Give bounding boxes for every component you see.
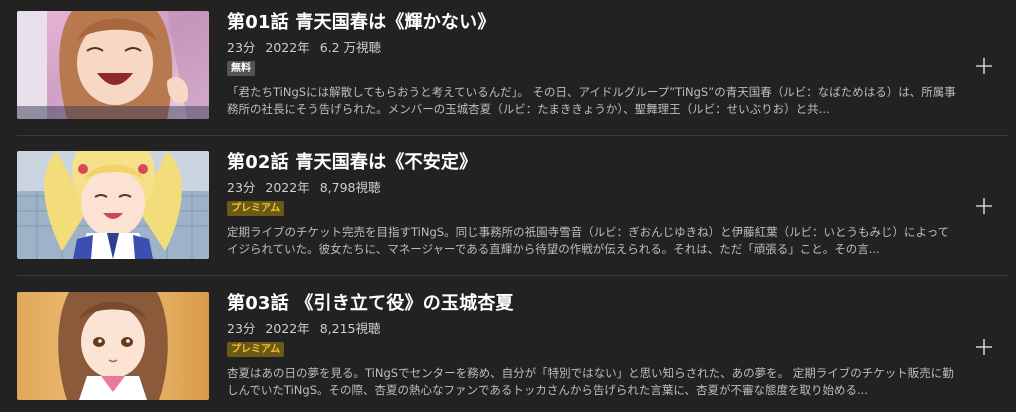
episode-meta: 23分 2022年 6.2 万視聴 xyxy=(227,39,957,56)
episode-info: 第02話 青天国春は《不安定》 23分 2022年 8,798視聴 プレミアム … xyxy=(227,150,957,258)
episode-thumbnail[interactable] xyxy=(17,151,209,259)
premium-badge: プレミアム xyxy=(227,342,285,357)
episode-year: 2022年 xyxy=(265,40,310,55)
premium-badge: プレミアム xyxy=(227,201,285,216)
episode-info: 第01話 青天国春は《輝かない》 23分 2022年 6.2 万視聴 無料 「君… xyxy=(227,10,957,118)
episode-duration: 23分 xyxy=(227,180,256,195)
add-to-list-button[interactable] xyxy=(972,194,996,218)
plus-icon xyxy=(976,58,992,74)
episode-meta: 23分 2022年 8,798視聴 xyxy=(227,179,957,196)
episode-year: 2022年 xyxy=(265,321,310,336)
episode-views: 6.2 万視聴 xyxy=(319,40,382,55)
episode-year: 2022年 xyxy=(265,180,310,195)
episode-list: 第01話 青天国春は《輝かない》 23分 2022年 6.2 万視聴 無料 「君… xyxy=(0,0,1016,412)
divider xyxy=(17,135,1008,136)
episode-description: 「君たちTiNgSには解散してもらおうと考えているんだ」。 その日、アイドルグル… xyxy=(227,85,956,116)
episode-thumbnail[interactable] xyxy=(17,11,209,119)
episode-item[interactable]: 第03話 《引き立て役》の玉城杏夏 23分 2022年 8,215視聴 プレミア… xyxy=(0,281,1016,412)
episode-views: 8,215視聴 xyxy=(319,321,381,336)
plus-icon xyxy=(976,339,992,355)
episode-duration: 23分 xyxy=(227,40,256,55)
episode-title[interactable]: 第01話 青天国春は《輝かない》 xyxy=(227,10,957,36)
episode-views: 8,798視聴 xyxy=(319,180,381,195)
episode-thumbnail[interactable] xyxy=(17,292,209,400)
add-to-list-button[interactable] xyxy=(972,54,996,78)
episode-title[interactable]: 第02話 青天国春は《不安定》 xyxy=(227,150,957,176)
add-to-list-button[interactable] xyxy=(972,335,996,359)
free-badge: 無料 xyxy=(227,61,255,76)
episode-description: 定期ライブのチケット完売を目指すTiNgS。同じ事務所の祇園寺雪音（ルビ：ぎおん… xyxy=(227,225,950,256)
episode-description: 杏夏はあの日の夢を見る。TiNgSでセンターを務め、自分が「特別ではない」と思い… xyxy=(227,366,954,397)
plus-icon xyxy=(976,198,992,214)
episode-item[interactable]: 第02話 青天国春は《不安定》 23分 2022年 8,798視聴 プレミアム … xyxy=(0,140,1016,280)
episode-title[interactable]: 第03話 《引き立て役》の玉城杏夏 xyxy=(227,291,957,317)
episode-duration: 23分 xyxy=(227,321,256,336)
episode-item[interactable]: 第01話 青天国春は《輝かない》 23分 2022年 6.2 万視聴 無料 「君… xyxy=(0,0,1016,140)
episode-info: 第03話 《引き立て役》の玉城杏夏 23分 2022年 8,215視聴 プレミア… xyxy=(227,291,957,399)
episode-meta: 23分 2022年 8,215視聴 xyxy=(227,320,957,337)
divider xyxy=(17,275,1008,276)
